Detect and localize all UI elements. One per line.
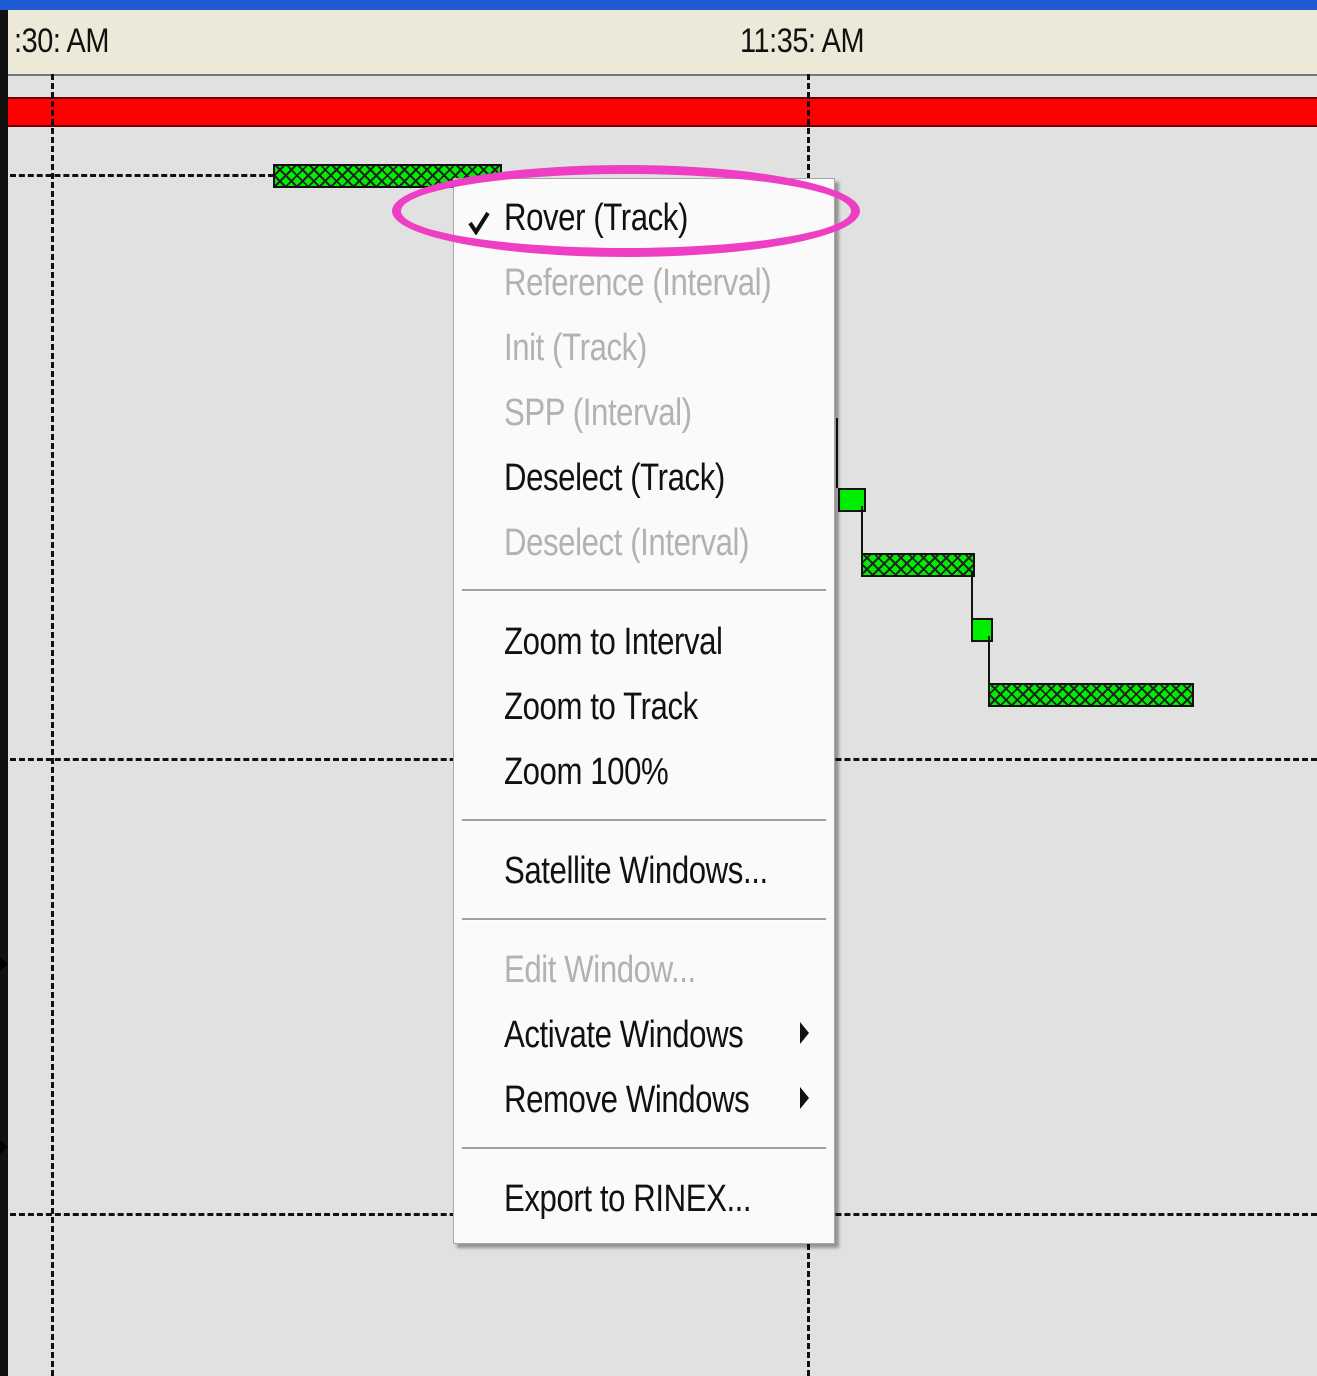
- submenu-arrow-icon: [800, 1022, 809, 1044]
- time-ruler: :30: AM 11:35: AM: [8, 10, 1317, 76]
- menu-item-zoom-to-interval[interactable]: Zoom to Interval: [454, 615, 834, 671]
- menu-item-zoom-to-track[interactable]: Zoom to Track: [454, 680, 834, 736]
- menu-item-reference-interval[interactable]: Reference (Interval): [454, 256, 834, 312]
- rover-track-bar[interactable]: [8, 97, 1317, 127]
- submenu-arrow-icon: [800, 1087, 809, 1109]
- row-marker-icon: [0, 1140, 8, 1154]
- menu-item-label: Init (Track): [504, 327, 647, 369]
- menu-item-spp-interval[interactable]: SPP (Interval): [454, 386, 834, 442]
- menu-separator: [462, 1147, 826, 1150]
- menu-item-label: Reference (Interval): [504, 262, 772, 304]
- time-label-1135: 11:35: AM: [740, 22, 865, 60]
- menu-item-label: Zoom to Track: [504, 686, 698, 728]
- menu-item-deselect-track[interactable]: Deselect (Track): [454, 451, 834, 507]
- menu-item-label: Export to RINEX...: [504, 1178, 752, 1220]
- segment-connector: [971, 571, 973, 619]
- menu-item-satellite-windows[interactable]: Satellite Windows...: [454, 844, 834, 900]
- menu-item-label: Zoom to Interval: [504, 621, 723, 663]
- segment-connector: [836, 418, 838, 488]
- menu-item-label: Satellite Windows...: [504, 850, 768, 892]
- menu-separator: [462, 918, 826, 921]
- menu-item-label: Remove Windows: [504, 1079, 750, 1121]
- satellite-window-segment[interactable]: [861, 553, 975, 577]
- segment-connector: [861, 506, 863, 554]
- menu-item-label: Deselect (Interval): [504, 522, 750, 564]
- window-title-strip: [0, 0, 1317, 10]
- timeline-window: :30: AM 11:35: AM Rover (Track) Referenc…: [0, 0, 1317, 1376]
- menu-item-label: Zoom 100%: [504, 751, 669, 793]
- menu-item-activate-windows[interactable]: Activate Windows: [454, 1008, 834, 1064]
- menu-item-label: Edit Window...: [504, 949, 696, 991]
- time-gridline: [51, 74, 54, 1376]
- satellite-window-segment[interactable]: [988, 683, 1194, 707]
- menu-item-label: Deselect (Track): [504, 457, 725, 499]
- row-marker-icon: [0, 957, 8, 971]
- menu-item-init-track[interactable]: Init (Track): [454, 321, 834, 377]
- context-menu: Rover (Track) Reference (Interval) Init …: [453, 178, 835, 1244]
- menu-item-edit-window[interactable]: Edit Window...: [454, 943, 834, 999]
- menu-item-remove-windows[interactable]: Remove Windows: [454, 1073, 834, 1129]
- menu-item-label: Activate Windows: [504, 1014, 744, 1056]
- menu-item-label: SPP (Interval): [504, 392, 692, 434]
- time-label-1130: :30: AM: [14, 22, 110, 60]
- menu-separator: [462, 819, 826, 822]
- window-left-border: [0, 10, 8, 1376]
- menu-item-deselect-interval[interactable]: Deselect (Interval): [454, 516, 834, 572]
- segment-connector: [988, 636, 990, 684]
- menu-item-zoom-100[interactable]: Zoom 100%: [454, 745, 834, 801]
- menu-item-export-rinex[interactable]: Export to RINEX...: [454, 1172, 834, 1228]
- row-gridline: [10, 174, 274, 177]
- menu-separator: [462, 589, 826, 592]
- highlight-annotation: [392, 165, 860, 257]
